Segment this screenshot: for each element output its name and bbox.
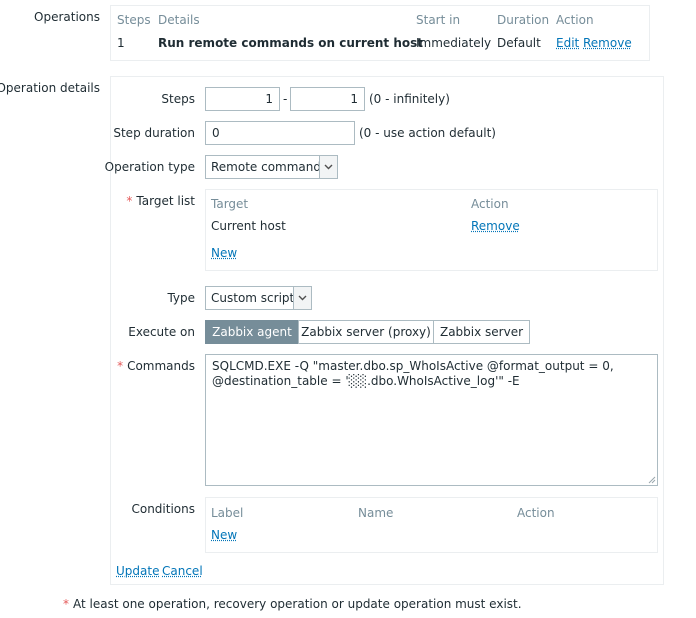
- footer-note: * At least one operation, recovery operat…: [63, 597, 522, 611]
- type-value: Custom script: [211, 291, 295, 305]
- operations-header-steps: Steps: [117, 13, 151, 27]
- operations-header-duration: Duration: [497, 13, 550, 27]
- operation-details-label: Operation details: [0, 81, 100, 95]
- execute-on-label: Execute on: [128, 325, 195, 339]
- steps-separator: -: [283, 92, 288, 106]
- required-marker: *: [63, 597, 69, 611]
- conditions-header-action: Action: [517, 506, 555, 520]
- remove-target-link[interactable]: Remove: [471, 219, 520, 233]
- operation-details: Run remote commands on current host: [158, 36, 423, 50]
- execute-on-zabbix-agent[interactable]: Zabbix agent: [205, 320, 299, 344]
- operations-table: Steps Details Start in Duration Action 1…: [110, 5, 650, 61]
- operations-header-start-in: Start in: [416, 13, 461, 27]
- commands-label: * Commands: [117, 359, 195, 373]
- commands-textarea[interactable]: [205, 354, 658, 486]
- conditions-table: Label Name Action New: [205, 497, 658, 553]
- conditions-header-label: Label: [211, 506, 244, 520]
- resize-grip-icon[interactable]: [647, 475, 656, 484]
- type-label: Type: [167, 291, 195, 305]
- new-target-link[interactable]: New: [211, 246, 237, 260]
- steps-hint: (0 - infinitely): [369, 92, 450, 106]
- type-select[interactable]: Custom script: [205, 286, 312, 310]
- steps-label: Steps: [161, 92, 195, 106]
- target-current-host: Current host: [211, 219, 286, 233]
- operation-start-in: Immediately: [416, 36, 492, 50]
- update-button[interactable]: Update: [116, 564, 159, 578]
- footer-note-text: At least one operation, recovery operati…: [73, 597, 522, 611]
- execute-on-zabbix-server-proxy[interactable]: Zabbix server (proxy): [298, 320, 434, 344]
- chevron-down-icon: [293, 287, 311, 309]
- cancel-button[interactable]: Cancel: [162, 564, 203, 578]
- conditions-header-name: Name: [358, 506, 394, 520]
- remove-operation-link[interactable]: Remove: [583, 36, 632, 50]
- operation-step: 1: [117, 36, 125, 50]
- operation-duration: Default: [497, 36, 541, 50]
- conditions-label: Conditions: [131, 502, 195, 516]
- operations-header-details: Details: [158, 13, 200, 27]
- steps-from-input[interactable]: [205, 87, 280, 111]
- operations-label: Operations: [34, 10, 100, 24]
- operation-type-label: Operation type: [104, 160, 195, 174]
- chevron-down-icon: [319, 156, 337, 178]
- step-duration-input[interactable]: [205, 121, 355, 145]
- operation-type-value: Remote command: [211, 160, 322, 174]
- target-header-target: Target: [211, 197, 249, 211]
- execute-on-zabbix-server[interactable]: Zabbix server: [433, 320, 530, 344]
- operations-header-action: Action: [556, 13, 594, 27]
- target-list-table: Target Action Current host Remove New: [205, 189, 658, 271]
- required-marker: *: [117, 359, 124, 373]
- step-duration-hint: (0 - use action default): [359, 126, 496, 140]
- new-condition-link[interactable]: New: [211, 528, 237, 542]
- operation-type-select[interactable]: Remote command: [205, 155, 338, 179]
- steps-to-input[interactable]: [290, 87, 365, 111]
- step-duration-label: Step duration: [113, 126, 195, 140]
- edit-operation-link[interactable]: Edit: [556, 36, 579, 50]
- required-marker: *: [126, 194, 133, 208]
- target-header-action: Action: [471, 197, 509, 211]
- target-list-label: * Target list: [126, 194, 195, 208]
